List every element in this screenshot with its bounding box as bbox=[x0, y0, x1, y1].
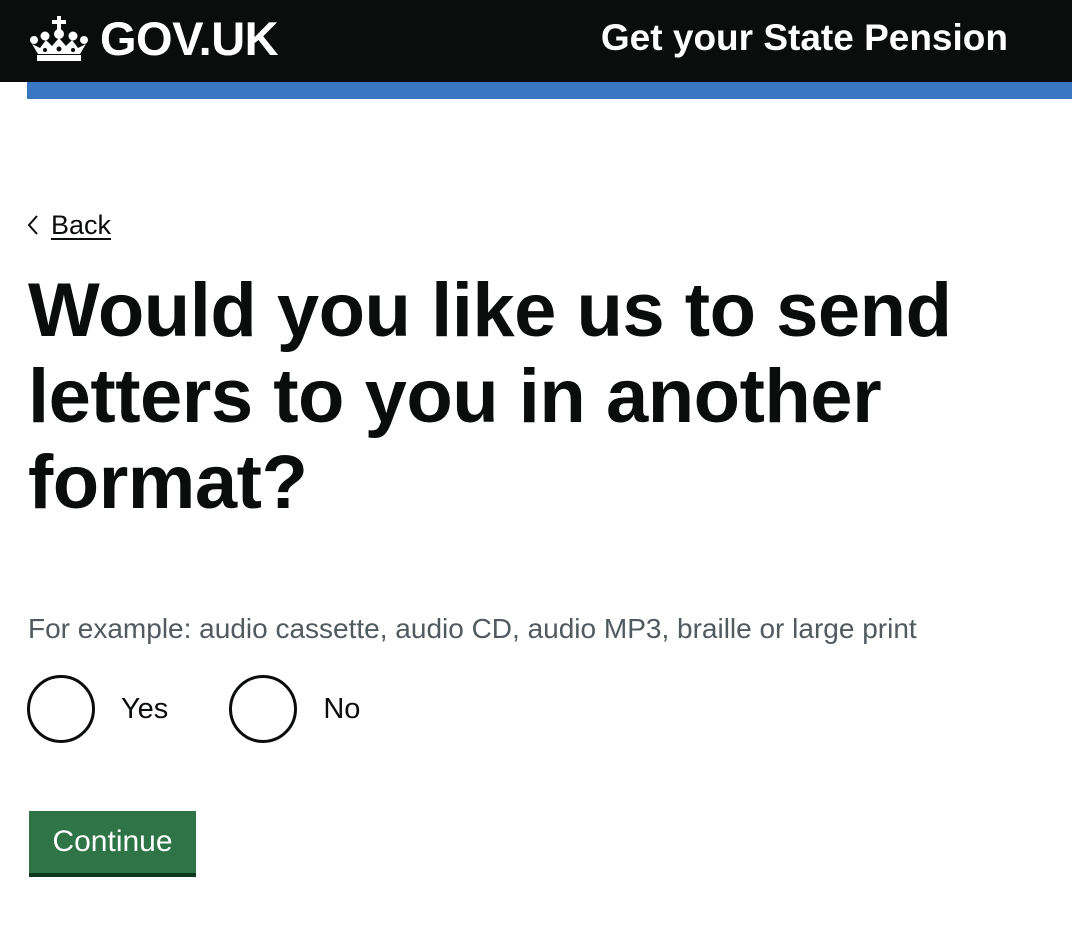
govuk-logo-link[interactable]: GOV.UK bbox=[28, 12, 279, 65]
site-header: GOV.UK Get your State Pension bbox=[0, 0, 1072, 82]
radio-option-no[interactable]: No bbox=[229, 675, 360, 743]
continue-button[interactable]: Continue bbox=[29, 811, 196, 873]
header-blue-bar bbox=[27, 82, 1072, 99]
radio-button-no[interactable] bbox=[229, 675, 298, 743]
radio-label-yes[interactable]: Yes bbox=[121, 690, 168, 728]
question-hint: For example: audio cassette, audio CD, a… bbox=[28, 613, 917, 644]
logo-text: GOV.UK bbox=[100, 12, 279, 65]
crown-icon bbox=[30, 16, 88, 61]
back-link-label: Back bbox=[51, 210, 112, 240]
page-heading: Would you like us to send letters to you… bbox=[28, 268, 952, 525]
chevron-left-icon bbox=[27, 215, 38, 235]
radio-option-yes[interactable]: Yes bbox=[27, 675, 168, 743]
back-link[interactable]: Back bbox=[26, 206, 111, 244]
radio-button-yes[interactable] bbox=[27, 675, 95, 743]
radio-label-no[interactable]: No bbox=[323, 690, 360, 728]
service-name-link[interactable]: Get your State Pension bbox=[601, 14, 1008, 62]
radio-group: Yes No bbox=[27, 675, 421, 743]
